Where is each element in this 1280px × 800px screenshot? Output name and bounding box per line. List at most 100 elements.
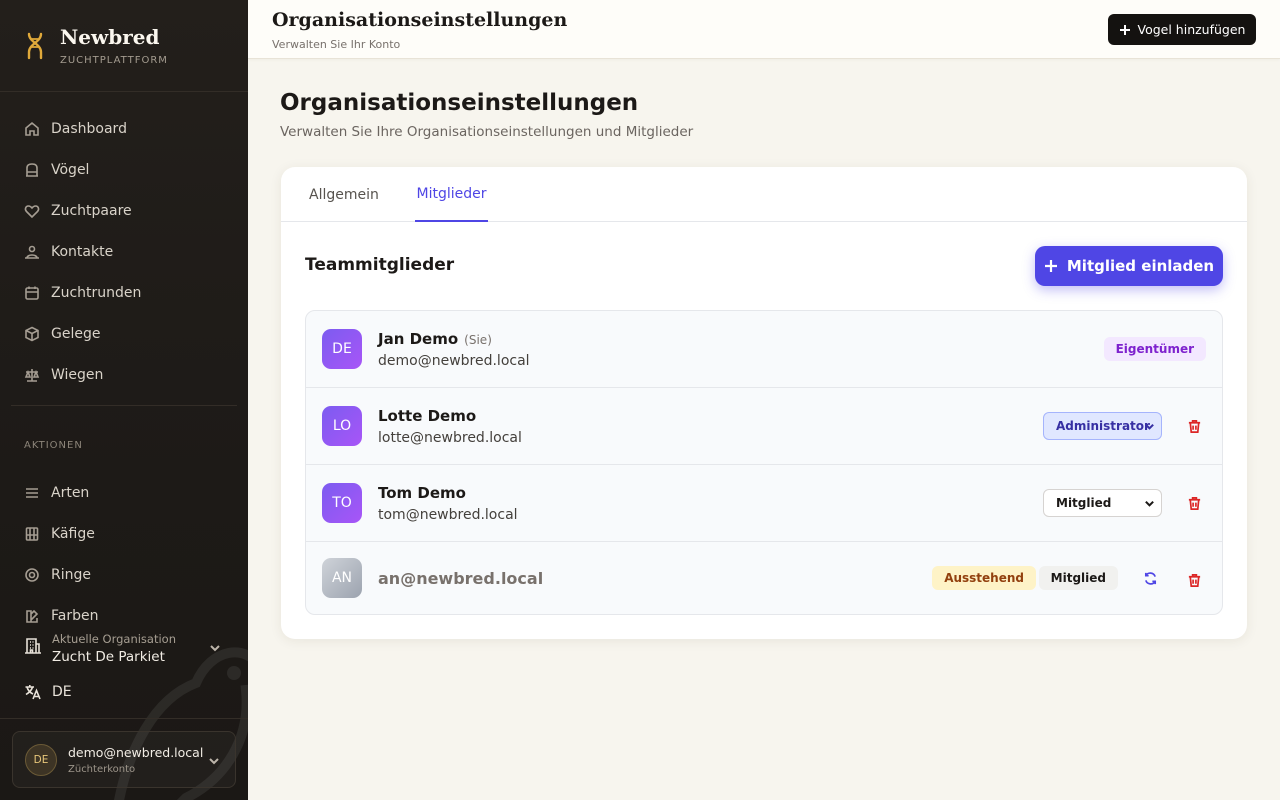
dna-logo-icon — [27, 32, 43, 59]
brand-name: Newbred — [60, 25, 160, 49]
add-bird-button[interactable]: Vogel hinzufügen — [1108, 14, 1256, 45]
you-label: (Sie) — [464, 333, 492, 347]
trash-icon — [1188, 419, 1200, 433]
sidebar-item-label: Zuchtpaare — [51, 202, 132, 219]
sidebar-item-label: Käfige — [51, 525, 95, 542]
member-row: DE Jan Demo (Sie) demo@newbred.local Eige… — [306, 311, 1222, 388]
sidebar: Newbred ZUCHTPLATTFORM Dashboard Vögel Z… — [0, 0, 248, 800]
ring-icon — [24, 567, 40, 583]
translate-icon — [25, 685, 41, 700]
palette-icon — [24, 608, 40, 624]
sidebar-item-label: Wiegen — [51, 366, 104, 383]
account-email: demo@newbred.local — [68, 744, 204, 760]
sidebar-item-arten[interactable]: Arten — [0, 472, 248, 513]
chevron-down-icon — [1145, 500, 1154, 507]
language-switcher[interactable]: DE — [24, 680, 72, 704]
topbar-title: Organisationseinstellungen — [272, 9, 568, 31]
brand[interactable]: Newbred ZUCHTPLATTFORM — [0, 0, 248, 92]
add-bird-label: Vogel hinzufügen — [1137, 22, 1246, 37]
settings-tabs: Allgemein Mitglieder — [281, 167, 1247, 222]
invite-member-label: Mitglied einladen — [1066, 257, 1215, 275]
avatar: DE — [322, 329, 362, 369]
member-name: Jan Demo (Sie) — [378, 330, 492, 348]
sidebar-item-voegel[interactable]: Vögel — [0, 149, 248, 190]
sidebar-item-zuchtrunden[interactable]: Zuchtrunden — [0, 272, 248, 313]
sidebar-item-label: Farben — [51, 607, 99, 624]
sidebar-item-ringe[interactable]: Ringe — [0, 554, 248, 595]
delete-member-button[interactable] — [1182, 491, 1206, 515]
avatar: DE — [25, 743, 57, 776]
pending-status-badge: Ausstehend — [932, 566, 1036, 590]
trash-icon — [1188, 573, 1200, 587]
cage-icon — [24, 162, 40, 178]
sidebar-item-gelege[interactable]: Gelege — [0, 313, 248, 354]
role-select-value: Mitglied — [1056, 496, 1112, 510]
sidebar-item-label: Kontakte — [51, 243, 114, 260]
role-select-value: Administrator — [1056, 419, 1150, 433]
sidebar-item-kontakte[interactable]: Kontakte — [0, 231, 248, 272]
building-icon — [24, 637, 42, 659]
account-menu[interactable]: DE demo@newbred.local Züchterkonto — [12, 731, 236, 788]
sidebar-item-zuchtpaare[interactable]: Zuchtpaare — [0, 190, 248, 231]
calendar-icon — [24, 285, 40, 301]
language-label: DE — [52, 684, 72, 700]
tab-allgemein[interactable]: Allgemein — [309, 167, 379, 222]
organization-switcher[interactable]: Aktuelle Organisation Zucht De Parkiet — [0, 626, 248, 670]
chevron-down-icon — [207, 753, 221, 772]
member-email: lotte@newbred.local — [378, 430, 522, 446]
actions-nav: Arten Käfige Ringe Farben — [0, 456, 248, 636]
pending-invite-row: AN an@newbred.local Ausstehend Mitglied — [306, 542, 1222, 614]
sidebar-item-label: Arten — [51, 484, 90, 501]
home-icon — [24, 121, 40, 137]
pending-email: an@newbred.local — [378, 569, 544, 588]
plus-icon — [1044, 260, 1057, 272]
members-list: DE Jan Demo (Sie) demo@newbred.local Eige… — [305, 310, 1223, 615]
settings-card: Allgemein Mitglieder Teammitglieder Mitg… — [281, 167, 1247, 639]
refresh-icon — [1144, 571, 1156, 585]
member-name: Tom Demo — [378, 484, 466, 502]
resend-invite-button[interactable] — [1138, 566, 1162, 590]
main-nav: Dashboard Vögel Zuchtpaare Kontakte Zuch… — [0, 92, 248, 395]
owner-badge: Eigentümer — [1103, 337, 1206, 361]
sidebar-divider-bottom — [0, 718, 248, 719]
brand-subtitle: ZUCHTPLATTFORM — [60, 55, 168, 66]
member-name: Lotte Demo — [378, 407, 477, 425]
scale-icon — [24, 367, 40, 383]
delete-invite-button[interactable] — [1182, 568, 1206, 592]
sidebar-item-label: Zuchtrunden — [51, 284, 142, 301]
member-row: LO Lotte Demo lotte@newbred.local Admini… — [306, 388, 1222, 465]
cage-grid-icon — [24, 526, 40, 542]
organization-name: Zucht De Parkiet — [52, 648, 165, 665]
avatar: LO — [322, 406, 362, 446]
sidebar-item-label: Vögel — [51, 161, 90, 178]
delete-member-button[interactable] — [1182, 414, 1206, 438]
invite-member-button[interactable]: Mitglied einladen — [1035, 246, 1223, 286]
organization-label: Aktuelle Organisation — [52, 631, 176, 646]
box-icon — [24, 326, 40, 342]
chevron-down-icon — [1145, 423, 1154, 430]
member-email: tom@newbred.local — [378, 507, 518, 523]
list-icon — [24, 485, 40, 501]
page-title: Organisationseinstellungen — [280, 90, 639, 116]
contacts-icon — [24, 244, 40, 260]
member-row: TO Tom Demo tom@newbred.local Mitglied — [306, 465, 1222, 542]
section-title: Teammitglieder — [305, 255, 455, 275]
role-select[interactable]: Administrator — [1043, 412, 1162, 440]
avatar: TO — [322, 483, 362, 523]
plus-icon — [1119, 24, 1130, 35]
topbar-subtitle: Verwalten Sie Ihr Konto — [272, 38, 401, 51]
heart-icon — [24, 203, 40, 219]
member-name-text: Jan Demo — [378, 330, 459, 348]
role-select[interactable]: Mitglied — [1043, 489, 1162, 517]
trash-icon — [1188, 496, 1200, 510]
sidebar-item-label: Gelege — [51, 325, 101, 342]
sidebar-item-kaefige[interactable]: Käfige — [0, 513, 248, 554]
pending-role-badge: Mitglied — [1038, 566, 1118, 590]
sidebar-item-wiegen[interactable]: Wiegen — [0, 354, 248, 395]
avatar: AN — [322, 558, 362, 598]
sidebar-item-label: Ringe — [51, 566, 91, 583]
page-subtitle: Verwalten Sie Ihre Organisationseinstell… — [280, 124, 694, 140]
sidebar-item-dashboard[interactable]: Dashboard — [0, 108, 248, 149]
tab-mitglieder[interactable]: Mitglieder — [415, 167, 488, 222]
account-type: Züchterkonto — [68, 763, 136, 775]
